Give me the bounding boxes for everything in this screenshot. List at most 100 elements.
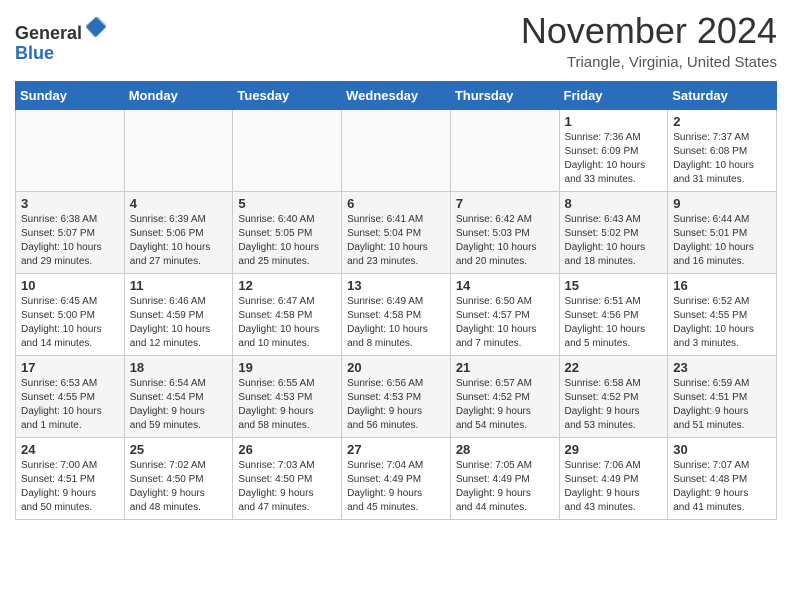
day-info: Sunrise: 6:49 AM Sunset: 4:58 PM Dayligh… [347, 295, 445, 351]
day-info: Sunrise: 6:45 AM Sunset: 5:00 PM Dayligh… [21, 295, 119, 351]
calendar-cell: 27 Sunrise: 7:04 AM Sunset: 4:49 PM Dayli… [342, 438, 451, 520]
calendar-week-1: 1Sunrise: 7:36 AM Sunset: 6:09 PM Daylig… [16, 110, 777, 192]
day-of-week-friday: Friday [559, 82, 668, 110]
day-number: 26 [238, 442, 336, 457]
calendar-week-2: 3Sunrise: 6:38 AM Sunset: 5:07 PM Daylig… [16, 192, 777, 274]
day-number: 22 [565, 360, 663, 375]
day-number: 21 [456, 360, 554, 375]
day-info: Sunrise: 6:53 AM Sunset: 4:55 PM Dayligh… [21, 377, 119, 433]
day-number: 9 [673, 196, 771, 211]
day-number: 3 [21, 196, 119, 211]
day-number: 30 [673, 442, 771, 457]
logo-icon [84, 15, 108, 39]
day-number: 11 [130, 278, 228, 293]
day-info: Sunrise: 7:02 AM Sunset: 4:50 PM Dayligh… [130, 459, 228, 515]
calendar-cell: 6 Sunrise: 6:41 AM Sunset: 5:04 PM Daylig… [342, 192, 451, 274]
day-number: 17 [21, 360, 119, 375]
day-info: Sunrise: 6:58 AM Sunset: 4:52 PM Dayligh… [565, 377, 663, 433]
calendar-cell: 25 Sunrise: 7:02 AM Sunset: 4:50 PM Dayli… [124, 438, 233, 520]
day-number: 16 [673, 278, 771, 293]
day-info: Sunrise: 6:57 AM Sunset: 4:52 PM Dayligh… [456, 377, 554, 433]
calendar-cell: 9 Sunrise: 6:44 AM Sunset: 5:01 PM Daylig… [668, 192, 777, 274]
calendar-cell: 12Sunrise: 6:47 AM Sunset: 4:58 PM Dayli… [233, 274, 342, 356]
calendar-cell: 13 Sunrise: 6:49 AM Sunset: 4:58 PM Dayli… [342, 274, 451, 356]
day-info: Sunrise: 6:51 AM Sunset: 4:56 PM Dayligh… [565, 295, 663, 351]
day-number: 19 [238, 360, 336, 375]
day-number: 18 [130, 360, 228, 375]
day-info: Sunrise: 6:44 AM Sunset: 5:01 PM Dayligh… [673, 213, 771, 269]
day-info: Sunrise: 6:46 AM Sunset: 4:59 PM Dayligh… [130, 295, 228, 351]
day-number: 20 [347, 360, 445, 375]
day-number: 13 [347, 278, 445, 293]
day-number: 28 [456, 442, 554, 457]
calendar-cell: 4Sunrise: 6:39 AM Sunset: 5:06 PM Daylig… [124, 192, 233, 274]
day-number: 7 [456, 196, 554, 211]
day-info: Sunrise: 6:54 AM Sunset: 4:54 PM Dayligh… [130, 377, 228, 433]
day-info: Sunrise: 6:55 AM Sunset: 4:53 PM Dayligh… [238, 377, 336, 433]
day-number: 27 [347, 442, 445, 457]
day-info: Sunrise: 6:39 AM Sunset: 5:06 PM Dayligh… [130, 213, 228, 269]
day-number: 14 [456, 278, 554, 293]
calendar-cell [233, 110, 342, 192]
day-info: Sunrise: 6:52 AM Sunset: 4:55 PM Dayligh… [673, 295, 771, 351]
day-info: Sunrise: 6:50 AM Sunset: 4:57 PM Dayligh… [456, 295, 554, 351]
day-info: Sunrise: 7:36 AM Sunset: 6:09 PM Dayligh… [565, 131, 663, 187]
calendar-cell: 20 Sunrise: 6:56 AM Sunset: 4:53 PM Dayli… [342, 356, 451, 438]
day-info: Sunrise: 6:41 AM Sunset: 5:04 PM Dayligh… [347, 213, 445, 269]
day-number: 25 [130, 442, 228, 457]
day-of-week-sunday: Sunday [16, 82, 125, 110]
day-info: Sunrise: 7:04 AM Sunset: 4:49 PM Dayligh… [347, 459, 445, 515]
calendar-cell: 30 Sunrise: 7:07 AM Sunset: 4:48 PM Dayli… [668, 438, 777, 520]
title-block: November 2024 Triangle, Virginia, United… [521, 10, 777, 71]
day-number: 15 [565, 278, 663, 293]
day-number: 23 [673, 360, 771, 375]
day-number: 5 [238, 196, 336, 211]
calendar-header-row: SundayMondayTuesdayWednesdayThursdayFrid… [16, 82, 777, 110]
day-number: 24 [21, 442, 119, 457]
day-info: Sunrise: 6:40 AM Sunset: 5:05 PM Dayligh… [238, 213, 336, 269]
calendar-cell: 22 Sunrise: 6:58 AM Sunset: 4:52 PM Dayli… [559, 356, 668, 438]
calendar-cell: 7 Sunrise: 6:42 AM Sunset: 5:03 PM Daylig… [450, 192, 559, 274]
calendar-week-3: 10 Sunrise: 6:45 AM Sunset: 5:00 PM Dayli… [16, 274, 777, 356]
calendar-cell [16, 110, 125, 192]
day-of-week-thursday: Thursday [450, 82, 559, 110]
page-container: General Blue November 2024 Triangle, Vir… [0, 0, 792, 530]
day-info: Sunrise: 7:03 AM Sunset: 4:50 PM Dayligh… [238, 459, 336, 515]
day-info: Sunrise: 6:59 AM Sunset: 4:51 PM Dayligh… [673, 377, 771, 433]
logo: General Blue [15, 15, 108, 64]
calendar-cell: 2 Sunrise: 7:37 AM Sunset: 6:08 PM Daylig… [668, 110, 777, 192]
day-number: 6 [347, 196, 445, 211]
calendar-cell: 23 Sunrise: 6:59 AM Sunset: 4:51 PM Dayli… [668, 356, 777, 438]
day-info: Sunrise: 6:42 AM Sunset: 5:03 PM Dayligh… [456, 213, 554, 269]
day-number: 2 [673, 114, 771, 129]
calendar-cell: 5 Sunrise: 6:40 AM Sunset: 5:05 PM Daylig… [233, 192, 342, 274]
day-number: 29 [565, 442, 663, 457]
calendar-cell: 28 Sunrise: 7:05 AM Sunset: 4:49 PM Dayli… [450, 438, 559, 520]
day-number: 8 [565, 196, 663, 211]
calendar-cell: 19 Sunrise: 6:55 AM Sunset: 4:53 PM Dayli… [233, 356, 342, 438]
calendar-cell: 3Sunrise: 6:38 AM Sunset: 5:07 PM Daylig… [16, 192, 125, 274]
day-info: Sunrise: 6:56 AM Sunset: 4:53 PM Dayligh… [347, 377, 445, 433]
calendar-cell: 1Sunrise: 7:36 AM Sunset: 6:09 PM Daylig… [559, 110, 668, 192]
day-number: 10 [21, 278, 119, 293]
day-info: Sunrise: 7:37 AM Sunset: 6:08 PM Dayligh… [673, 131, 771, 187]
calendar-cell: 18 Sunrise: 6:54 AM Sunset: 4:54 PM Dayli… [124, 356, 233, 438]
month-title: November 2024 [521, 10, 777, 52]
calendar-cell: 8 Sunrise: 6:43 AM Sunset: 5:02 PM Daylig… [559, 192, 668, 274]
calendar-week-4: 17 Sunrise: 6:53 AM Sunset: 4:55 PM Dayli… [16, 356, 777, 438]
calendar-cell: 26 Sunrise: 7:03 AM Sunset: 4:50 PM Dayli… [233, 438, 342, 520]
calendar-cell: 15 Sunrise: 6:51 AM Sunset: 4:56 PM Dayli… [559, 274, 668, 356]
day-info: Sunrise: 7:05 AM Sunset: 4:49 PM Dayligh… [456, 459, 554, 515]
day-of-week-monday: Monday [124, 82, 233, 110]
day-info: Sunrise: 7:07 AM Sunset: 4:48 PM Dayligh… [673, 459, 771, 515]
calendar-cell: 21 Sunrise: 6:57 AM Sunset: 4:52 PM Dayli… [450, 356, 559, 438]
day-info: Sunrise: 6:43 AM Sunset: 5:02 PM Dayligh… [565, 213, 663, 269]
calendar-cell [450, 110, 559, 192]
calendar-cell: 17 Sunrise: 6:53 AM Sunset: 4:55 PM Dayli… [16, 356, 125, 438]
day-of-week-wednesday: Wednesday [342, 82, 451, 110]
calendar-cell: 14 Sunrise: 6:50 AM Sunset: 4:57 PM Dayli… [450, 274, 559, 356]
logo-general-text: General [15, 23, 82, 43]
logo-blue-text: Blue [15, 43, 54, 63]
calendar-cell: 11 Sunrise: 6:46 AM Sunset: 4:59 PM Dayli… [124, 274, 233, 356]
calendar-cell [342, 110, 451, 192]
